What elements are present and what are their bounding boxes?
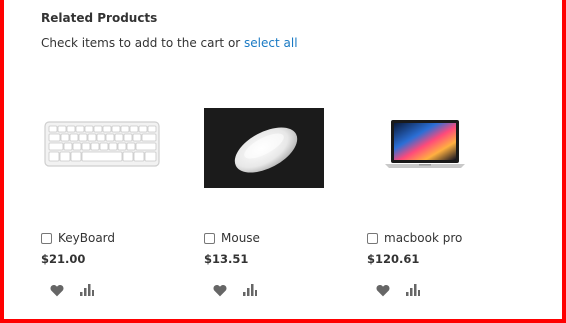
product-image-mouse[interactable] [204, 108, 344, 188]
product-price: $120.61 [367, 252, 420, 266]
product-name-row: macbook pro [367, 231, 462, 245]
product-price: $13.51 [204, 252, 249, 266]
product-image-macbook-pro[interactable] [367, 108, 507, 188]
product-name-row: Mouse [204, 231, 260, 245]
section-title: Related Products [41, 11, 158, 25]
add-to-cart-checkbox-mouse[interactable] [204, 232, 215, 244]
heart-icon [50, 284, 64, 296]
heart-icon [376, 284, 390, 296]
add-to-wishlist-button[interactable] [212, 282, 228, 298]
add-to-wishlist-button[interactable] [375, 282, 391, 298]
compare-icon [243, 284, 257, 296]
add-to-cart-checkbox-macbook-pro[interactable] [367, 232, 378, 244]
keyboard-image [44, 121, 160, 167]
heart-icon [213, 284, 227, 296]
product-name[interactable]: macbook pro [384, 231, 462, 245]
product-image-keyboard[interactable] [41, 108, 181, 188]
product-actions [49, 282, 95, 298]
compare-icon [80, 284, 94, 296]
add-to-cart-checkbox-keyboard[interactable] [41, 232, 52, 244]
select-all-link[interactable]: select all [244, 36, 298, 50]
compare-icon [406, 284, 420, 296]
add-to-compare-button[interactable] [79, 282, 95, 298]
subtitle-text: Check items to add to the cart or [41, 36, 241, 50]
product-actions [375, 282, 421, 298]
product-name[interactable]: Mouse [221, 231, 260, 245]
add-to-wishlist-button[interactable] [49, 282, 65, 298]
product-name[interactable]: KeyBoard [58, 231, 115, 245]
laptop-image [385, 120, 465, 168]
product-actions [212, 282, 258, 298]
add-to-compare-button[interactable] [405, 282, 421, 298]
section-subtitle: Check items to add to the cart or select… [41, 36, 298, 50]
product-price: $21.00 [41, 252, 86, 266]
mouse-image [204, 108, 324, 188]
product-name-row: KeyBoard [41, 231, 115, 245]
add-to-compare-button[interactable] [242, 282, 258, 298]
